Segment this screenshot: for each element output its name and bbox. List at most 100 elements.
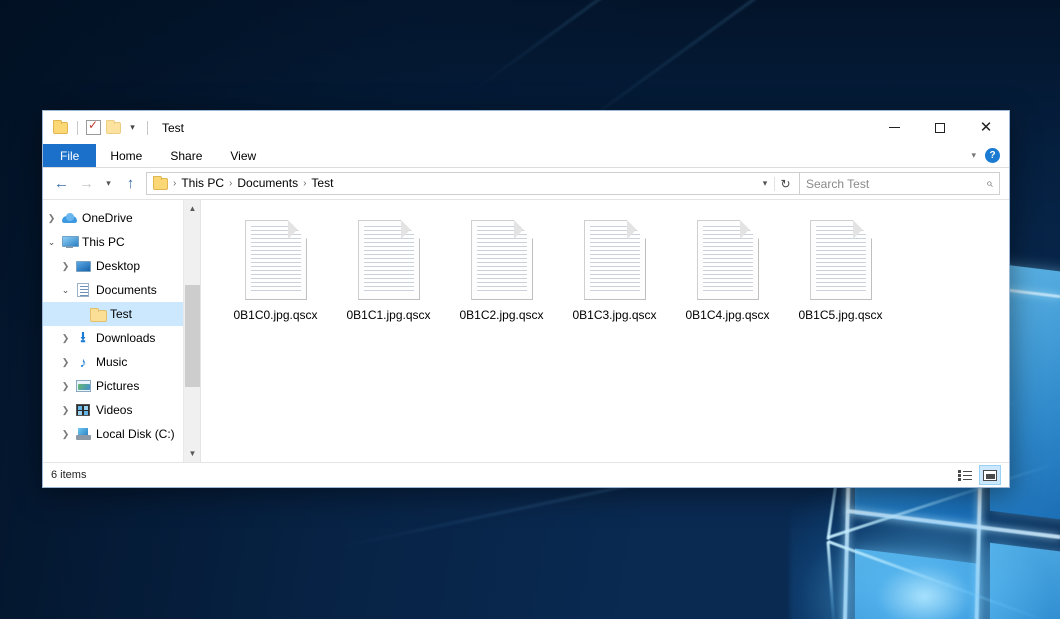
toolbar-separator	[77, 121, 78, 135]
file-item[interactable]: 0B1C4.jpg.qscx	[671, 216, 784, 334]
download-icon: ⭳	[74, 331, 92, 345]
cloud-icon	[60, 213, 78, 223]
sidebar-item-music[interactable]: ❯ ♪ Music	[43, 350, 200, 374]
sidebar-item-desktop[interactable]: ❯ Desktop	[43, 254, 200, 278]
sidebar-item-label: Videos	[96, 403, 132, 417]
video-icon	[74, 404, 92, 416]
ribbon-tab-bar: File Home Share View ▾ ?	[43, 144, 1009, 168]
chevron-down-icon[interactable]: ⌄	[57, 285, 74, 296]
address-bar-tail: ▾ ↻	[756, 177, 796, 191]
folder-icon	[152, 175, 169, 192]
file-item[interactable]: 0B1C2.jpg.qscx	[445, 216, 558, 334]
music-icon: ♪	[74, 356, 92, 369]
search-icon[interactable]: ⌕	[986, 176, 993, 191]
tab-share[interactable]: Share	[156, 144, 216, 167]
folder-icon	[88, 308, 106, 320]
new-folder-icon[interactable]	[105, 119, 122, 136]
chevron-right-icon[interactable]: ❯	[57, 357, 74, 368]
desktop-background: ▾ Test ✕ File Home Share View ▾ ? ← →	[0, 0, 1060, 619]
generic-file-icon	[810, 220, 872, 300]
chevron-down-icon[interactable]: ▾	[126, 123, 139, 132]
help-icon[interactable]: ?	[985, 148, 1000, 163]
chevron-down-icon[interactable]: ▾	[971, 150, 976, 161]
chevron-down-icon[interactable]: ▾	[756, 178, 774, 189]
sidebar-item-label: Desktop	[96, 259, 140, 273]
maximize-button[interactable]	[917, 111, 963, 144]
sidebar-item-videos[interactable]: ❯ Videos	[43, 398, 200, 422]
file-name-label: 0B1C3.jpg.qscx	[572, 308, 656, 322]
generic-file-icon	[584, 220, 646, 300]
navigation-tree: ❯ OneDrive ⌄ This PC ❯ Desktop	[43, 200, 200, 446]
forward-button[interactable]: →	[74, 172, 99, 196]
sidebar-item-label: OneDrive	[82, 211, 133, 225]
sidebar-item-label: Pictures	[96, 379, 139, 393]
chevron-right-icon[interactable]: ❯	[57, 405, 74, 416]
sidebar-item-label: Documents	[96, 283, 157, 297]
file-name-label: 0B1C1.jpg.qscx	[346, 308, 430, 322]
sidebar-item-test[interactable]: Test	[43, 302, 200, 326]
sidebar-item-label: Local Disk (C:)	[96, 427, 175, 441]
desktop-icon	[74, 261, 92, 272]
large-icons-view-button[interactable]	[979, 465, 1001, 485]
sidebar-item-local-disk-c[interactable]: ❯ Local Disk (C:)	[43, 422, 200, 446]
details-view-icon	[958, 470, 972, 481]
sidebar-item-label: Downloads	[96, 331, 155, 345]
file-item[interactable]: 0B1C3.jpg.qscx	[558, 216, 671, 334]
breadcrumb-documents[interactable]: Documents	[233, 173, 302, 194]
generic-file-icon	[245, 220, 307, 300]
pictures-icon	[74, 380, 92, 392]
status-bar: 6 items	[43, 462, 1009, 487]
properties-checkbox-icon[interactable]	[86, 120, 101, 135]
tab-view[interactable]: View	[216, 144, 270, 167]
file-name-label: 0B1C5.jpg.qscx	[798, 308, 882, 322]
chevron-right-icon[interactable]: ❯	[57, 381, 74, 392]
refresh-icon[interactable]: ↻	[774, 177, 796, 191]
folder-icon[interactable]	[52, 119, 69, 136]
chevron-right-icon[interactable]: ❯	[57, 333, 74, 344]
tab-home[interactable]: Home	[96, 144, 156, 167]
sidebar-item-pictures[interactable]: ❯ Pictures	[43, 374, 200, 398]
scroll-down-icon[interactable]: ▼	[184, 445, 200, 462]
title-bar: ▾ Test ✕	[43, 111, 1009, 144]
sidebar-item-this-pc[interactable]: ⌄ This PC	[43, 230, 200, 254]
generic-file-icon	[358, 220, 420, 300]
breadcrumb-test[interactable]: Test	[307, 173, 337, 194]
scroll-up-icon[interactable]: ▲	[184, 200, 200, 217]
chevron-right-icon[interactable]: ❯	[57, 261, 74, 272]
file-item[interactable]: 0B1C5.jpg.qscx	[784, 216, 897, 334]
back-button[interactable]: ←	[49, 172, 74, 196]
up-button[interactable]: ↑	[118, 172, 143, 196]
tab-file[interactable]: File	[43, 144, 96, 167]
navigation-scrollbar[interactable]: ▲ ▼	[183, 200, 200, 462]
minimize-icon	[889, 127, 900, 128]
file-name-label: 0B1C0.jpg.qscx	[233, 308, 317, 322]
search-box[interactable]: ⌕	[800, 172, 1000, 195]
minimize-button[interactable]	[871, 111, 917, 144]
generic-file-icon	[471, 220, 533, 300]
search-input[interactable]	[806, 177, 986, 191]
details-view-button[interactable]	[954, 465, 976, 485]
file-list-view[interactable]: 0B1C0.jpg.qscx 0B1C1.jpg.qscx 0B1C2.jpg.…	[201, 200, 1009, 462]
recent-locations-button[interactable]: ▾	[99, 172, 118, 196]
document-icon	[74, 283, 92, 297]
breadcrumb-this-pc[interactable]: This PC	[177, 173, 228, 194]
sidebar-item-onedrive[interactable]: ❯ OneDrive	[43, 206, 200, 230]
chevron-down-icon[interactable]: ⌄	[43, 237, 60, 248]
sidebar-item-downloads[interactable]: ❯ ⭳ Downloads	[43, 326, 200, 350]
address-bar[interactable]: › This PC › Documents › Test ▾ ↻	[146, 172, 800, 195]
monitor-icon	[60, 236, 78, 248]
address-bar-row: ← → ▾ ↑ › This PC › Documents › Test ▾ ↻…	[43, 168, 1009, 199]
chevron-right-icon[interactable]: ❯	[43, 213, 60, 224]
window-body: ❯ OneDrive ⌄ This PC ❯ Desktop	[43, 199, 1009, 462]
scrollbar-thumb[interactable]	[185, 285, 200, 387]
window-title: Test	[162, 121, 184, 135]
close-button[interactable]: ✕	[963, 111, 1009, 144]
sidebar-item-label: Music	[96, 355, 127, 369]
maximize-icon	[935, 123, 945, 133]
file-name-label: 0B1C4.jpg.qscx	[685, 308, 769, 322]
chevron-right-icon[interactable]: ❯	[57, 429, 74, 440]
sidebar-item-documents[interactable]: ⌄ Documents	[43, 278, 200, 302]
file-item[interactable]: 0B1C0.jpg.qscx	[219, 216, 332, 334]
file-item[interactable]: 0B1C1.jpg.qscx	[332, 216, 445, 334]
file-name-label: 0B1C2.jpg.qscx	[459, 308, 543, 322]
